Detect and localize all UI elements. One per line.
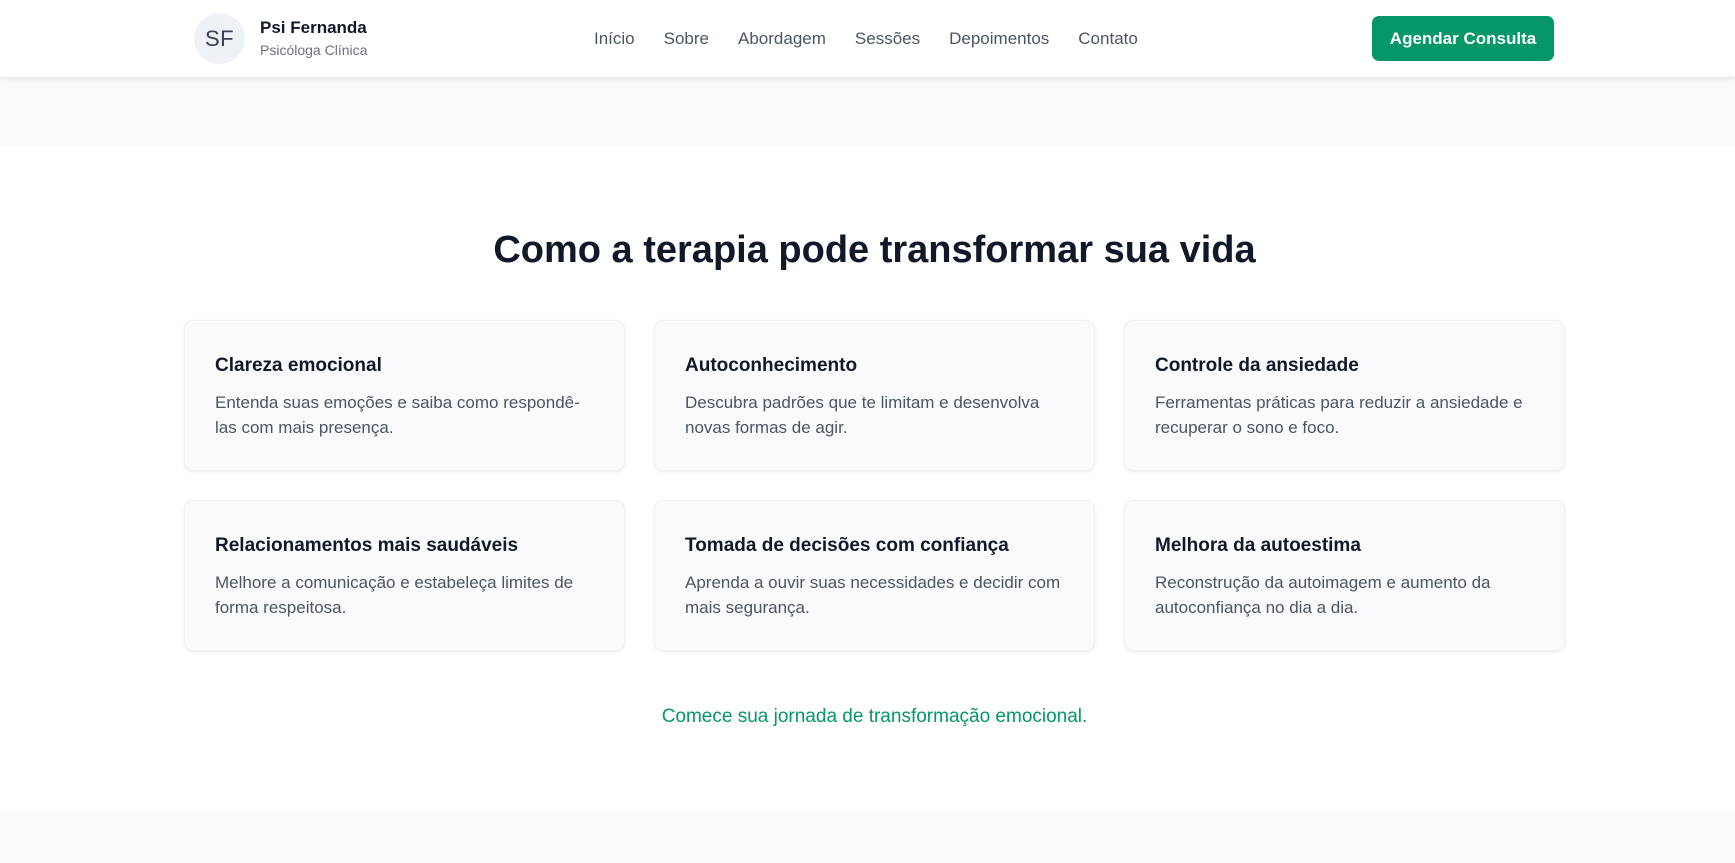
benefit-card: Controle da ansiedade Ferramentas prátic…	[1124, 320, 1565, 471]
benefit-card-title: Relacionamentos mais saudáveis	[215, 535, 519, 556]
benefit-card-text: Descubra padrões que te limitam e desenv…	[685, 393, 1040, 437]
benefit-card-text: Reconstrução da autoimagem e aumento da …	[1155, 573, 1491, 617]
benefit-card-title: Autoconhecimento	[685, 355, 858, 376]
benefit-card-text: Entenda suas emoções e saiba como respon…	[215, 393, 580, 437]
benefit-card: Melhora da autoestima Reconstrução da au…	[1124, 500, 1565, 651]
benefit-card: Tomada de decisões com confiança Aprenda…	[654, 500, 1095, 651]
nav-link-contato[interactable]: Contato	[1078, 26, 1138, 52]
nav-link-abordagem[interactable]: Abordagem	[738, 26, 826, 52]
nav-link-sobre[interactable]: Sobre	[664, 26, 709, 52]
main-nav: Início Sobre Abordagem Sessões Depoiment…	[594, 26, 1138, 52]
benefit-card-text: Aprenda a ouvir suas necessidades e deci…	[685, 573, 1061, 617]
benefit-card-title: Melhora da autoestima	[1155, 535, 1361, 556]
benefit-card-title: Tomada de decisões com confiança	[685, 535, 1009, 556]
section-title: Como a terapia pode transformar sua vida	[493, 229, 1256, 271]
benefit-card-title: Clareza emocional	[215, 355, 382, 376]
nav-link-depoimentos[interactable]: Depoimentos	[949, 26, 1049, 52]
nav-link-inicio[interactable]: Início	[594, 26, 635, 52]
benefit-card: Relacionamentos mais saudáveis Melhore a…	[184, 500, 625, 651]
benefit-card-title: Controle da ansiedade	[1155, 355, 1359, 376]
schedule-appointment-button[interactable]: Agendar Consulta	[1372, 16, 1554, 61]
nav-link-sessoes[interactable]: Sessões	[855, 26, 920, 52]
benefit-card: Clareza emocional Entenda suas emoções e…	[184, 320, 625, 471]
benefit-card: Autoconhecimento Descubra padrões que te…	[654, 320, 1095, 471]
benefits-grid: Clareza emocional Entenda suas emoções e…	[184, 320, 1566, 651]
avatar: SF	[194, 13, 245, 64]
section-divider-top	[0, 78, 1735, 146]
brand[interactable]: SF Psi Fernanda Psicóloga Clínica	[194, 13, 367, 64]
benefit-card-text: Ferramentas práticas para reduzir a ansi…	[1155, 393, 1523, 437]
brand-text: Psi Fernanda Psicóloga Clínica	[260, 17, 367, 60]
section-divider-bottom	[0, 811, 1735, 863]
brand-role: Psicóloga Clínica	[260, 42, 368, 58]
brand-name: Psi Fernanda	[260, 18, 367, 37]
journey-tagline: Comece sua jornada de transformação emoc…	[661, 706, 1088, 727]
benefit-card-text: Melhore a comunicação e estabeleça limit…	[215, 573, 574, 617]
site-header: SF Psi Fernanda Psicóloga Clínica Início…	[0, 0, 1735, 78]
